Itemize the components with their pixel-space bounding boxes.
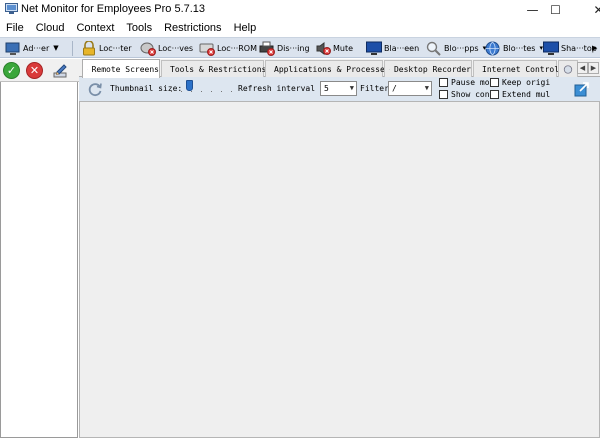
remote-screens-options: Thumbnail size: Refresh interval (s): 5 … <box>79 77 600 101</box>
left-toolbar: ✓ ✕ <box>0 59 79 82</box>
tab-internet-control-label: Internet Control <box>482 64 560 74</box>
computer-list-panel[interactable] <box>0 82 78 438</box>
menu-tools[interactable]: Tools <box>126 22 152 34</box>
menu-file[interactable]: File <box>6 22 24 34</box>
extend-multi-label: Extend mul <box>502 90 551 99</box>
chevron-down-icon: ▼ <box>349 84 354 92</box>
window-title: Net Monitor for Employees Pro 5.7.13 <box>21 3 206 15</box>
extend-multi-checkbox[interactable] <box>490 90 499 99</box>
share-desktop-icon <box>543 41 559 55</box>
refresh-interval-select[interactable]: 5 ▼ <box>320 81 357 96</box>
chevron-down-icon: ▼ <box>53 44 59 52</box>
slider-tick <box>171 91 172 92</box>
blank-screen-button[interactable]: Bla···een <box>366 39 419 57</box>
app-monitor-icon <box>5 3 18 14</box>
edit-icon[interactable] <box>53 62 69 78</box>
tab-applications-processes[interactable]: Applications & Processes <box>265 60 390 77</box>
add-computer-button[interactable]: Ad···er ▼ <box>5 39 59 57</box>
mute-button[interactable]: Mute <box>315 39 353 57</box>
disable-printing-label: Dis···ing <box>277 43 310 53</box>
thumbnail-size-slider[interactable] <box>171 91 232 93</box>
disconnect-button[interactable]: ✕ <box>26 62 43 79</box>
tab-tools-restrictions-label: Tools & Restrictions <box>170 64 267 74</box>
main-toolbar: Ad···er ▼ Loc···ter Loc···ves Loc···ROM <box>0 37 600 58</box>
keep-original-checkbox[interactable] <box>490 78 499 87</box>
menu-bar: File Cloud Context Tools Restrictions He… <box>0 19 600 37</box>
menu-cloud[interactable]: Cloud <box>36 22 65 34</box>
lock-cdrom-button[interactable]: Loc···ROM <box>199 39 257 57</box>
lock-computer-button[interactable]: Loc···ter <box>81 39 132 57</box>
add-computer-label: Ad···er <box>23 43 50 53</box>
show-connections-checkbox[interactable] <box>439 90 448 99</box>
title-bar: Net Monitor for Employees Pro 5.7.13 — ☐… <box>0 0 600 19</box>
lock-computer-label: Loc···ter <box>99 43 132 53</box>
pause-monitoring-checkbox[interactable] <box>439 78 448 87</box>
tab-internet-control[interactable]: Internet Control <box>473 60 560 77</box>
lock-drives-button[interactable]: Loc···ves <box>140 39 193 57</box>
blank-screen-label: Bla···een <box>384 43 420 53</box>
slider-tick <box>231 91 232 92</box>
filter-select[interactable]: / ▼ <box>388 81 432 96</box>
maximize-button[interactable]: ☐ <box>533 0 578 19</box>
remote-screens-view[interactable] <box>79 101 600 438</box>
tab-scroll-right-button[interactable]: ▶ <box>588 62 599 74</box>
toolbar-overflow-button[interactable]: ▶ <box>592 39 597 57</box>
add-computer-icon <box>5 42 20 55</box>
toolbar-divider <box>72 41 73 56</box>
disable-printing-button[interactable]: Dis···ing <box>259 39 310 57</box>
blank-screen-icon <box>366 41 382 55</box>
block-apps-label: Blo···pps <box>444 43 479 53</box>
disable-printing-icon <box>259 41 275 56</box>
block-apps-icon <box>426 41 441 56</box>
slider-tick <box>181 91 182 92</box>
menu-restrictions[interactable]: Restrictions <box>164 22 221 34</box>
tab-desktop-recorder[interactable]: Desktop Recorder <box>384 60 472 77</box>
remote-screens-icon <box>87 68 88 70</box>
close-button[interactable]: ✕ <box>576 0 600 19</box>
tab-desktop-recorder-label: Desktop Recorder <box>393 64 471 74</box>
chevron-down-icon: ▼ <box>424 84 429 92</box>
tab-more[interactable] <box>558 60 578 77</box>
menu-help[interactable]: Help <box>234 22 257 34</box>
slider-tick <box>201 91 202 92</box>
lock-drives-icon <box>140 42 156 56</box>
connect-button[interactable]: ✓ <box>3 62 20 79</box>
block-websites-button[interactable]: Blo···tes ▾ <box>485 39 543 57</box>
mute-icon <box>316 41 331 55</box>
slider-tick <box>221 91 222 92</box>
menu-context[interactable]: Context <box>76 22 114 34</box>
share-desktop-button[interactable]: Sha···top <box>543 39 597 57</box>
tab-applications-processes-label: Applications & Processes <box>274 64 390 74</box>
lock-drives-label: Loc···ves <box>158 43 194 53</box>
lock-cdrom-label: Loc···ROM <box>217 43 257 53</box>
lock-computer-icon <box>83 40 95 55</box>
tab-strip: Remote Screens Tools & Restrictions Appl… <box>79 59 600 78</box>
block-websites-icon <box>485 41 500 55</box>
block-apps-button[interactable]: Blo···pps ▾ <box>426 39 486 57</box>
tab-tools-restrictions[interactable]: Tools & Restrictions <box>161 60 267 77</box>
slider-tick <box>211 91 212 92</box>
globe-icon <box>563 64 573 74</box>
tab-remote-screens-label: Remote Screens <box>91 64 159 74</box>
thumbnail-size-slider-thumb[interactable] <box>186 80 193 91</box>
filter-value: / <box>392 84 397 93</box>
tab-scroll-left-button[interactable]: ◀ <box>577 62 588 74</box>
refresh-interval-value: 5 <box>324 84 329 93</box>
tab-remote-screens[interactable]: Remote Screens <box>82 59 160 78</box>
refresh-icon[interactable] <box>87 81 103 97</box>
mute-label: Mute <box>333 43 354 53</box>
slider-tick <box>191 91 192 92</box>
keep-original-label: Keep origi <box>502 78 551 87</box>
block-websites-label: Blo···tes <box>503 43 536 53</box>
expand-icon[interactable] <box>574 81 590 97</box>
lock-cdrom-icon <box>199 43 215 56</box>
desktop-recorder-icon <box>389 68 390 70</box>
